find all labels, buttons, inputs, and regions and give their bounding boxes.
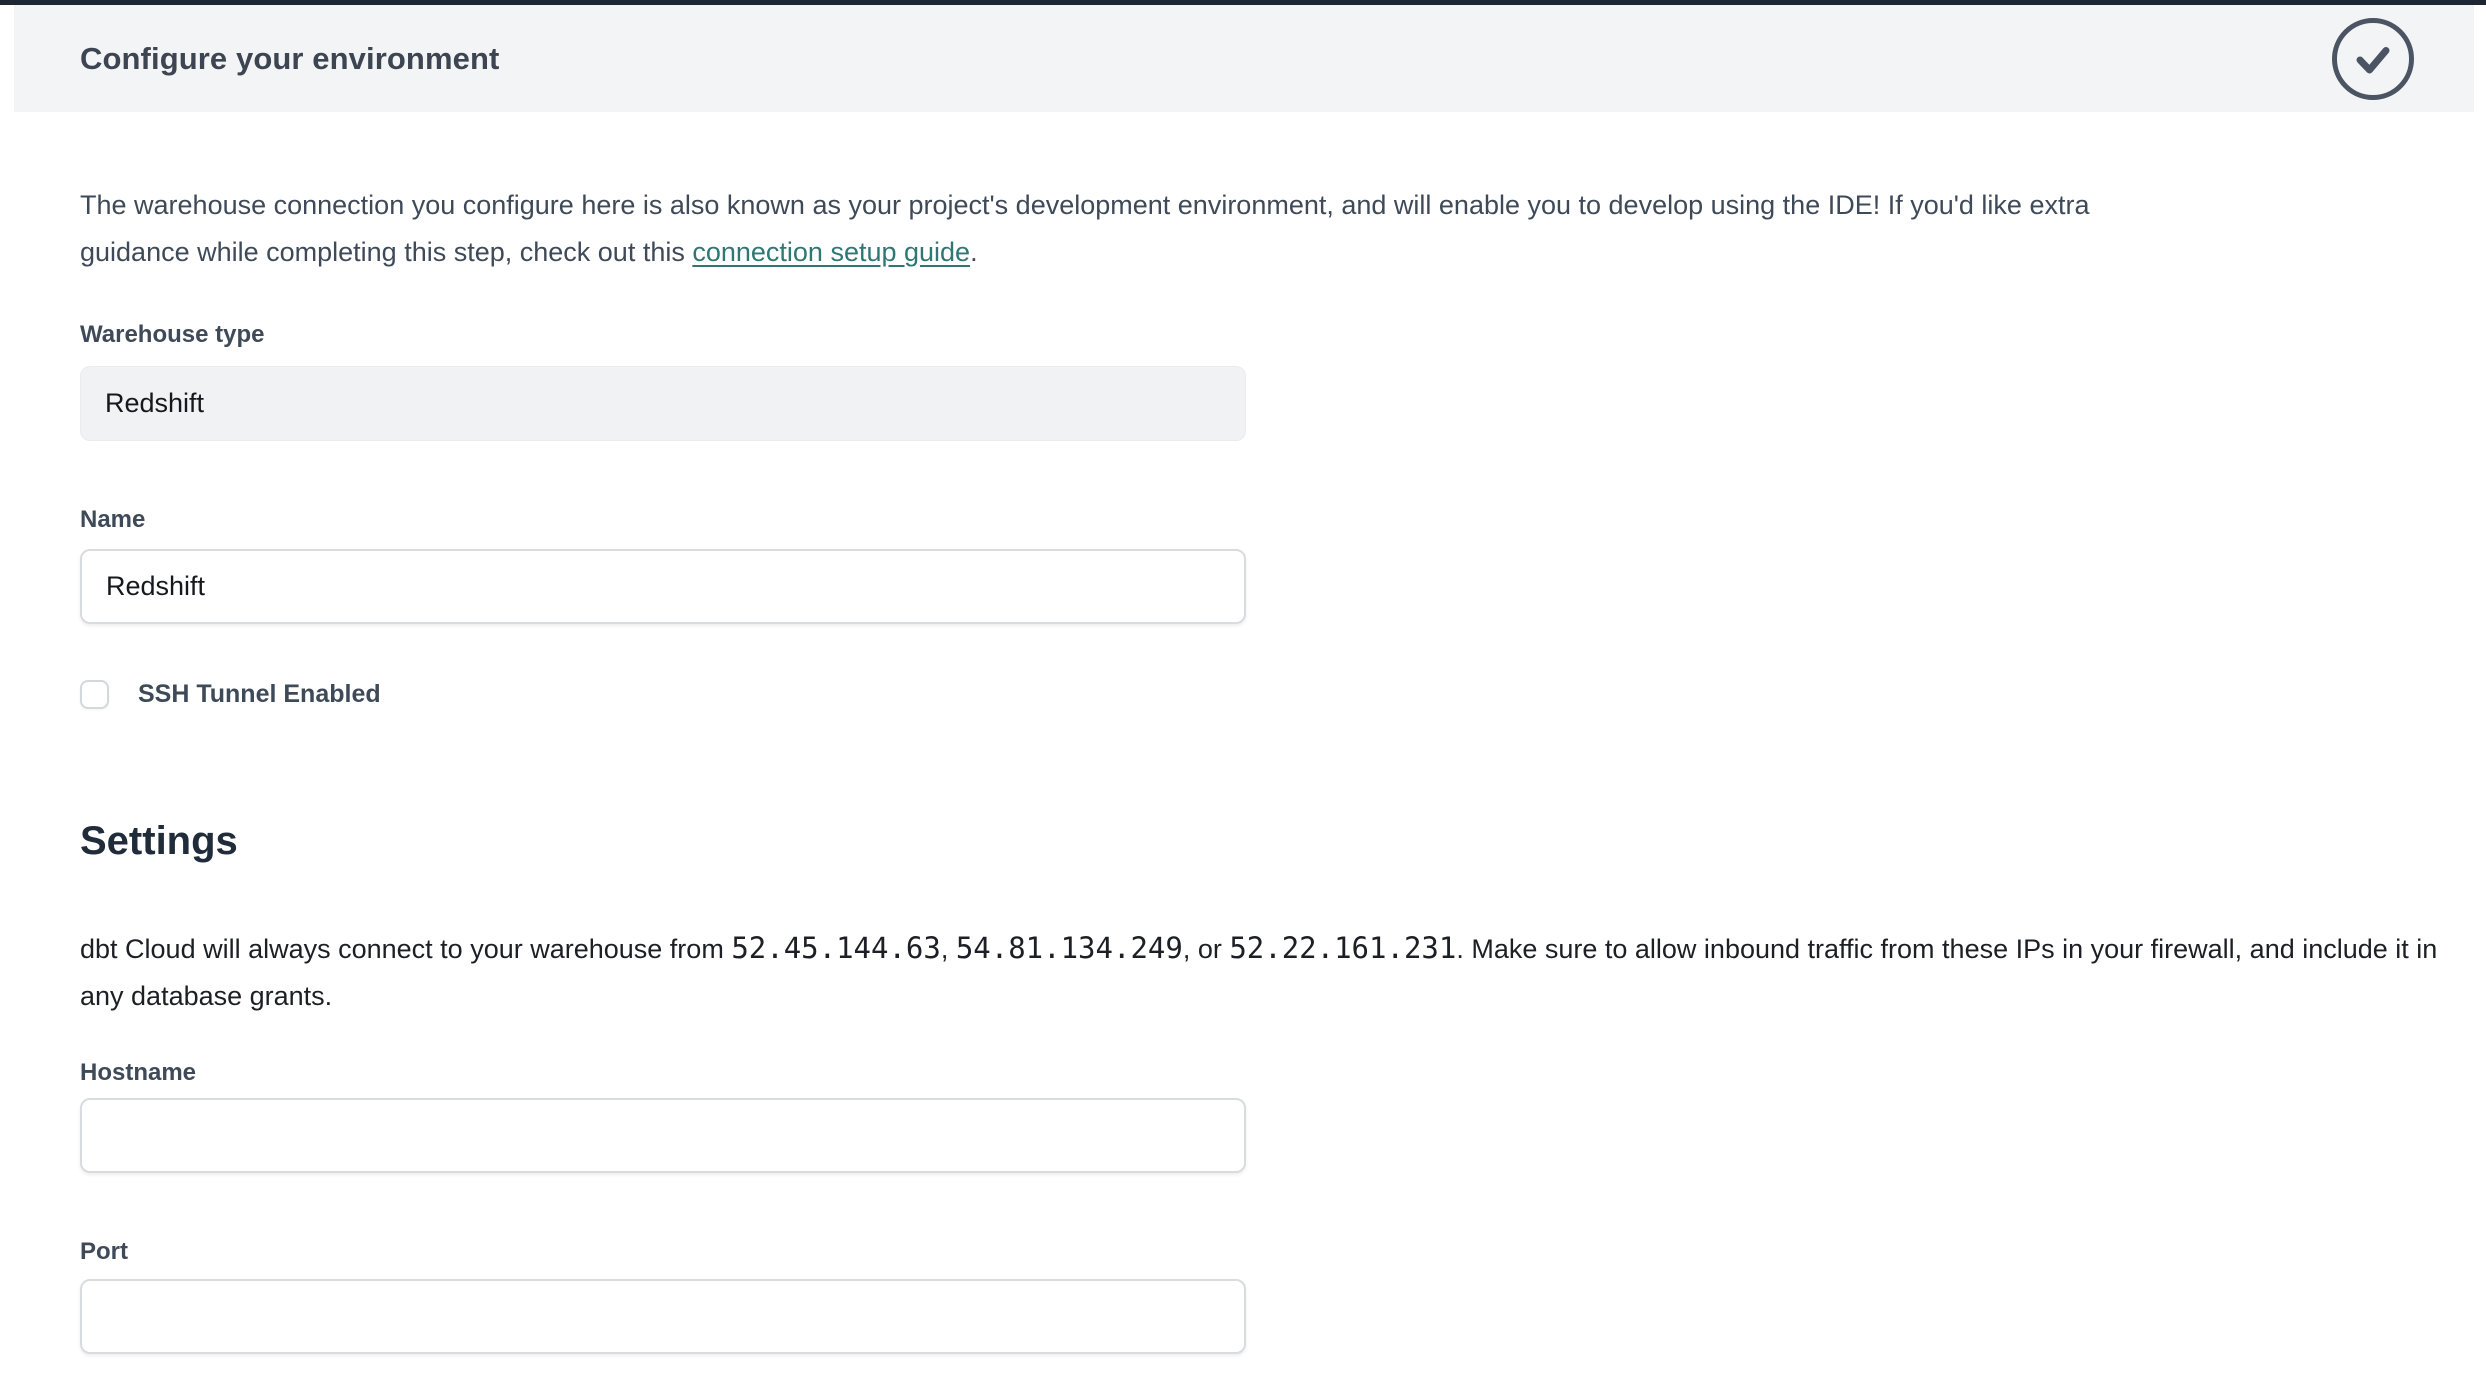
ip-separator-1: ,	[941, 934, 956, 964]
intro-line2-text: guidance while completing this step, che…	[80, 237, 692, 267]
settings-text-before-ips: dbt Cloud will always connect to your wa…	[80, 934, 731, 964]
name-label: Name	[80, 505, 2486, 535]
settings-heading: Settings	[80, 815, 2486, 867]
main-content: The warehouse connection you configure h…	[0, 182, 2486, 1354]
settings-paragraph: dbt Cloud will always connect to your wa…	[80, 925, 2486, 1020]
warehouse-type-label: Warehouse type	[80, 320, 2486, 350]
hostname-input[interactable]	[80, 1098, 1246, 1173]
name-input[interactable]	[80, 549, 1246, 624]
settings-line2: any database grants.	[80, 981, 332, 1011]
ssh-tunnel-checkbox[interactable]	[80, 680, 109, 709]
ip-separator-2: , or	[1183, 934, 1230, 964]
settings-text-after-ips: . Make sure to allow inbound traffic fro…	[1456, 934, 2437, 964]
ip-address-3: 52.22.161.231	[1229, 931, 1456, 965]
intro-paragraph: The warehouse connection you configure h…	[80, 182, 2486, 276]
connection-setup-guide-link[interactable]: connection setup guide	[692, 237, 970, 267]
ip-address-1: 52.45.144.63	[731, 931, 941, 965]
settings-line1: dbt Cloud will always connect to your wa…	[80, 934, 2437, 964]
intro-line1: The warehouse connection you configure h…	[80, 190, 2089, 220]
panel-header: Configure your environment	[14, 5, 2474, 112]
ssh-tunnel-row[interactable]: SSH Tunnel Enabled	[80, 680, 2486, 709]
port-label: Port	[80, 1237, 2486, 1267]
ssh-tunnel-label[interactable]: SSH Tunnel Enabled	[138, 680, 381, 709]
intro-suffix: .	[970, 237, 978, 267]
warehouse-type-field	[80, 366, 1246, 441]
port-input[interactable]	[80, 1279, 1246, 1354]
ip-address-2: 54.81.134.249	[956, 931, 1183, 965]
check-circle-icon	[2332, 18, 2414, 100]
hostname-label: Hostname	[80, 1058, 2486, 1088]
page-title: Configure your environment	[80, 41, 499, 77]
